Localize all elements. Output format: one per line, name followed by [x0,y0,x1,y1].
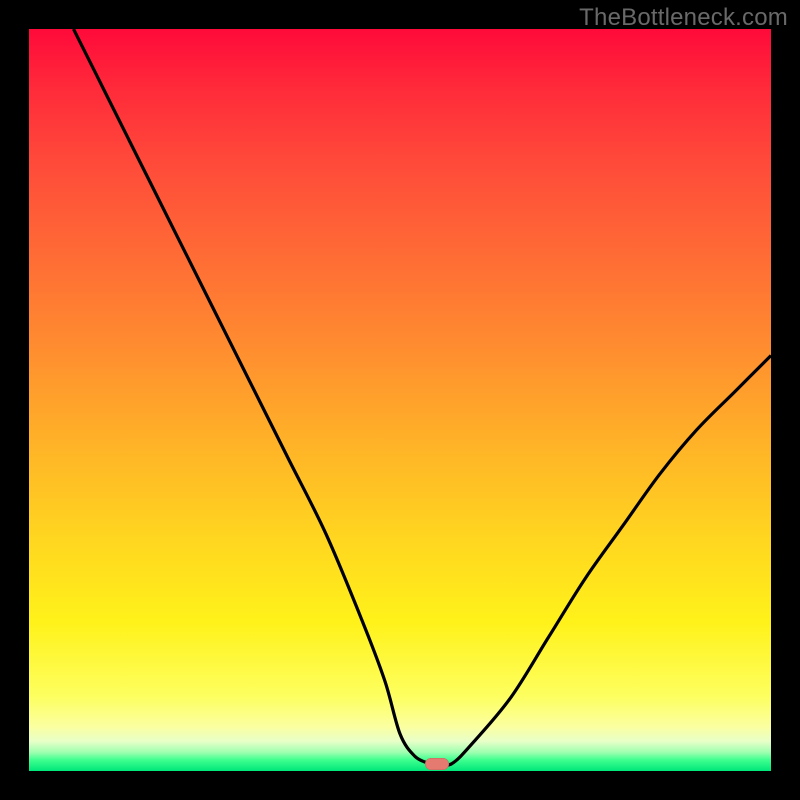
chart-frame: TheBottleneck.com [0,0,800,800]
watermark-text: TheBottleneck.com [579,4,788,32]
bottleneck-marker [425,758,449,770]
bottleneck-curve [29,29,771,771]
curve-path [74,29,772,765]
plot-area [29,29,771,771]
